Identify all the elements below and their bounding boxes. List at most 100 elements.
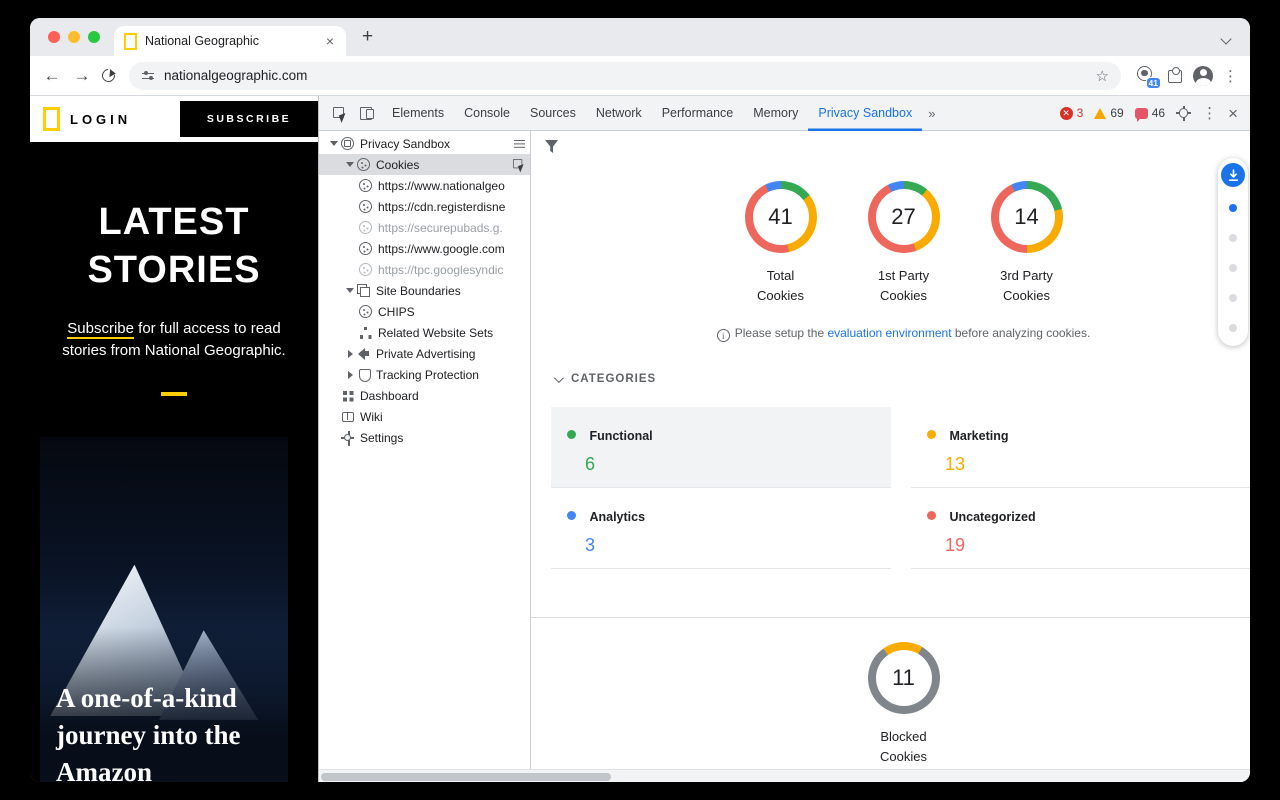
tree-item-settings[interactable]: Settings [319,427,530,448]
error-icon: ✕ [1060,107,1073,120]
warning-badge[interactable]: 69 [1094,106,1123,120]
tree-item-chips[interactable]: CHIPS [319,301,530,322]
tree-item-cookie-url[interactable]: https://tpc.googlesyndic [319,259,530,280]
category-dot [927,511,936,520]
devtools-settings-icon[interactable] [1176,106,1191,121]
toolbar-dot[interactable] [1229,324,1237,332]
subscribe-button[interactable]: SUBSCRIBE [180,101,318,137]
donut-ring: 14 [991,181,1063,253]
reload-button[interactable] [99,66,117,84]
category-marketing[interactable]: Marketing 13 [911,407,1250,488]
advertising-icon [357,347,370,360]
browser-toolbar: ← → nationalgeographic.com ☆ 41 ⋮ [30,56,1250,96]
devtools-tab-privacy-sandbox[interactable]: Privacy Sandbox [808,96,922,131]
toolbar-dot[interactable] [1229,264,1237,272]
browser-tab[interactable]: National Geographic × [114,26,346,56]
tree-item-tracking-protection[interactable]: Tracking Protection [319,364,530,385]
site-settings-icon[interactable] [141,69,155,83]
scrollbar-thumb[interactable] [321,773,611,781]
horizontal-scrollbar[interactable] [319,769,1250,782]
chevron-down-icon[interactable] [330,141,338,146]
tree-item-cookie-url[interactable]: https://securepubads.g. [319,217,530,238]
devtools-tab-elements[interactable]: Elements [382,96,454,131]
more-tabs-icon[interactable]: » [922,106,941,121]
categories-header[interactable]: CATEGORIES [554,373,656,385]
chevron-right-icon[interactable] [348,350,353,358]
article-headline[interactable]: A one-of-a-kind journey into the Amazon [56,680,281,782]
inspect-element-icon[interactable] [333,107,346,120]
tree-item-wiki[interactable]: Wiki [319,406,530,427]
devtools-tab-performance[interactable]: Performance [652,96,744,131]
download-icon [1227,169,1240,182]
issues-icon [1135,108,1148,119]
issues-badge[interactable]: 46 [1135,106,1165,120]
category-dot [567,511,576,520]
tree-item-cookie-url[interactable]: https://www.nationalgeo [319,175,530,196]
tree-item-private-advertising[interactable]: Private Advertising [319,343,530,364]
profile-avatar[interactable] [1193,66,1213,86]
tree-item-related-website-sets[interactable]: Related Website Sets [319,322,530,343]
category-count: 19 [945,535,1250,556]
category-analytics[interactable]: Analytics 3 [551,488,891,569]
tree-item-privacy-sandbox[interactable]: Privacy Sandbox [319,133,530,154]
inspect-element-icon[interactable] [513,159,524,170]
screenshot-extension-toolbar [1218,158,1248,346]
cookie-icon [359,305,372,318]
address-bar[interactable]: nationalgeographic.com ☆ [129,62,1121,90]
category-dot [927,430,936,439]
tree-item-cookies[interactable]: Cookies [319,154,530,175]
categories-grid: Functional 6 Marketing 13 Analytics 3 [551,407,1250,569]
cookie-icon [359,242,372,255]
natgeo-logo-icon[interactable] [43,107,60,131]
evaluation-environment-link[interactable]: evaluation environment [827,326,951,340]
maximize-window-button[interactable] [88,31,100,43]
chevron-right-icon[interactable] [348,371,353,379]
donut-value: 41 [753,189,809,245]
forward-button[interactable]: → [72,66,92,86]
site-header: LOGIN SUBSCRIBE [30,96,318,142]
bookmark-star-icon[interactable]: ☆ [1096,67,1109,85]
panel-menu-icon[interactable] [514,139,525,149]
minimize-window-button[interactable] [68,31,80,43]
cookie-icon [359,179,372,192]
tab-search-chevron-icon[interactable] [1222,30,1236,44]
devtools-tab-console[interactable]: Console [454,96,520,131]
tree-item-cookie-url[interactable]: https://www.google.com [319,238,530,259]
devtools-menu-icon[interactable]: ⋮ [1202,104,1217,122]
subscribe-link[interactable]: Subscribe [67,320,134,339]
error-badge[interactable]: ✕ 3 [1060,106,1084,120]
download-button[interactable] [1221,163,1245,187]
tree-item-site-boundaries[interactable]: Site Boundaries [319,280,530,301]
browser-menu-icon[interactable]: ⋮ [1223,67,1238,85]
login-link[interactable]: LOGIN [70,112,131,127]
divider [531,617,1250,618]
tree-item-cookie-url[interactable]: https://cdn.registerdisne [319,196,530,217]
toolbar-dot-active[interactable] [1229,204,1237,212]
chevron-down-icon[interactable] [346,162,354,167]
info-icon: i [717,329,730,342]
cookie-donut-charts: 41 Total Cookies 27 [544,181,1250,306]
filter-icon[interactable] [545,140,558,153]
close-window-button[interactable] [48,31,60,43]
devtools-close-icon[interactable]: × [1228,105,1238,122]
back-button[interactable]: ← [42,66,62,86]
toolbar-dot[interactable] [1229,294,1237,302]
devtools-tab-memory[interactable]: Memory [743,96,808,131]
category-count: 13 [945,454,1250,475]
tab-title: National Geographic [145,34,316,48]
chevron-down-icon[interactable] [346,288,354,293]
tab-close-icon[interactable]: × [324,32,336,50]
extensions-puzzle-icon[interactable] [1167,68,1183,84]
new-tab-button[interactable]: + [362,26,373,48]
cookie-extension-button[interactable]: 41 [1135,65,1157,87]
tree-item-dashboard[interactable]: Dashboard [319,385,530,406]
toolbar-dot[interactable] [1229,234,1237,242]
device-toolbar-icon[interactable] [360,107,374,119]
category-uncategorized[interactable]: Uncategorized 19 [911,488,1250,569]
category-count: 3 [585,535,891,556]
devtools-tab-sources[interactable]: Sources [520,96,586,131]
devtools-tab-network[interactable]: Network [586,96,652,131]
total-cookies-chart: 41 Total Cookies [745,181,817,306]
donut-value: 27 [876,189,932,245]
category-functional[interactable]: Functional 6 [551,407,891,488]
